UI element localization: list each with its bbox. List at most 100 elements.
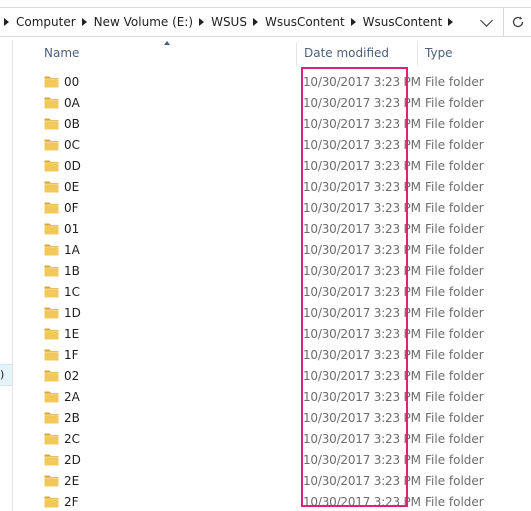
file-type: File folder <box>425 411 484 425</box>
file-name: 1E <box>64 327 80 341</box>
file-name: 02 <box>64 369 80 383</box>
file-name: 2F <box>64 495 79 509</box>
file-name: 00 <box>64 75 80 89</box>
breadcrumb-item-wsuscontent[interactable]: WsusContent <box>263 15 347 29</box>
file-date-modified: 10/30/2017 3:23 PM <box>303 243 421 257</box>
chevron-right-icon[interactable] <box>199 18 205 26</box>
file-name: 2B <box>64 411 80 425</box>
column-header-date-modified[interactable]: Date modified <box>304 40 389 66</box>
file-type: File folder <box>425 348 484 362</box>
refresh-icon <box>512 16 524 28</box>
file-type: File folder <box>425 243 484 257</box>
file-row[interactable]: 0A 10/30/2017 3:23 PM File folder <box>13 93 531 114</box>
file-row[interactable]: 1D 10/30/2017 3:23 PM File folder <box>13 303 531 324</box>
file-type: File folder <box>425 327 484 341</box>
file-row[interactable]: 0D 10/30/2017 3:23 PM File folder <box>13 156 531 177</box>
column-headers: Name Date modified Type <box>13 40 531 66</box>
folder-icon <box>44 349 59 361</box>
file-row[interactable]: 1E 10/30/2017 3:23 PM File folder <box>13 324 531 345</box>
folder-icon <box>44 139 59 151</box>
file-row[interactable]: 0E 10/30/2017 3:23 PM File folder <box>13 177 531 198</box>
folder-icon <box>44 412 59 424</box>
file-name: 1F <box>64 348 79 362</box>
file-row[interactable]: 1F 10/30/2017 3:23 PM File folder <box>13 345 531 366</box>
breadcrumb-item-new-volume[interactable]: New Volume (E:) <box>92 15 195 29</box>
file-name: 1D <box>64 306 81 320</box>
file-row[interactable]: 2C 10/30/2017 3:23 PM File folder <box>13 429 531 450</box>
chevron-right-icon[interactable] <box>350 18 356 26</box>
file-date-modified: 10/30/2017 3:23 PM <box>303 390 421 404</box>
folder-icon <box>44 160 59 172</box>
address-box[interactable]: Computer New Volume (E:) WSUS WsusConten… <box>0 7 531 37</box>
file-date-modified: 10/30/2017 3:23 PM <box>303 285 421 299</box>
navigation-pane[interactable]: ) <box>0 40 13 511</box>
file-name: 1B <box>64 264 80 278</box>
file-row[interactable]: 0F 10/30/2017 3:23 PM File folder <box>13 198 531 219</box>
file-date-modified: 10/30/2017 3:23 PM <box>303 474 421 488</box>
file-type: File folder <box>425 285 484 299</box>
folder-icon <box>44 76 59 88</box>
folder-icon <box>44 454 59 466</box>
chevron-right-icon[interactable] <box>81 18 87 26</box>
file-name: 0E <box>64 180 80 194</box>
file-row[interactable]: 2E 10/30/2017 3:23 PM File folder <box>13 471 531 492</box>
column-header-type[interactable]: Type <box>425 40 453 66</box>
refresh-button[interactable] <box>503 8 531 36</box>
folder-icon <box>44 433 59 445</box>
folder-icon <box>44 97 59 109</box>
folder-icon <box>44 370 59 382</box>
file-date-modified: 10/30/2017 3:23 PM <box>303 411 421 425</box>
file-date-modified: 10/30/2017 3:23 PM <box>303 96 421 110</box>
column-divider[interactable] <box>417 42 418 66</box>
file-type: File folder <box>425 222 484 236</box>
folder-icon <box>44 118 59 130</box>
address-bar: Computer New Volume (E:) WSUS WsusConten… <box>0 0 531 40</box>
breadcrumb-item-wsuscontent-current[interactable]: WsusContent <box>361 15 445 29</box>
file-row[interactable]: 00 10/30/2017 3:23 PM File folder <box>13 72 531 93</box>
column-divider[interactable] <box>296 42 297 66</box>
file-row[interactable]: 2D 10/30/2017 3:23 PM File folder <box>13 450 531 471</box>
file-row[interactable]: 1A 10/30/2017 3:23 PM File folder <box>13 240 531 261</box>
file-name: 0F <box>64 201 79 215</box>
file-row[interactable]: 2F 10/30/2017 3:23 PM File folder <box>13 492 531 511</box>
file-row[interactable]: 1C 10/30/2017 3:23 PM File folder <box>13 282 531 303</box>
folder-icon <box>44 328 59 340</box>
file-row[interactable]: 0C 10/30/2017 3:23 PM File folder <box>13 135 531 156</box>
file-name: 2C <box>64 432 81 446</box>
file-type: File folder <box>425 306 484 320</box>
chevron-down-icon[interactable] <box>480 14 493 27</box>
file-date-modified: 10/30/2017 3:23 PM <box>303 495 421 509</box>
chevron-right-icon[interactable] <box>448 18 454 26</box>
file-row[interactable]: 1B 10/30/2017 3:23 PM File folder <box>13 261 531 282</box>
file-date-modified: 10/30/2017 3:23 PM <box>303 432 421 446</box>
file-date-modified: 10/30/2017 3:23 PM <box>303 369 421 383</box>
file-date-modified: 10/30/2017 3:23 PM <box>303 348 421 362</box>
file-type: File folder <box>425 453 484 467</box>
file-row[interactable]: 2B 10/30/2017 3:23 PM File folder <box>13 408 531 429</box>
breadcrumb: Computer New Volume (E:) WSUS WsusConten… <box>0 8 458 36</box>
nav-selected-item[interactable]: ) <box>0 364 12 386</box>
file-type: File folder <box>425 474 484 488</box>
file-type: File folder <box>425 432 484 446</box>
file-date-modified: 10/30/2017 3:23 PM <box>303 75 421 89</box>
chevron-right-icon[interactable] <box>4 18 9 26</box>
breadcrumb-item-computer[interactable]: Computer <box>14 15 78 29</box>
folder-icon <box>44 181 59 193</box>
explorer-window: Computer New Volume (E:) WSUS WsusConten… <box>0 0 531 511</box>
file-type: File folder <box>425 96 484 110</box>
file-row[interactable]: 2A 10/30/2017 3:23 PM File folder <box>13 387 531 408</box>
file-row[interactable]: 02 10/30/2017 3:23 PM File folder <box>13 366 531 387</box>
column-header-name[interactable]: Name <box>44 40 79 66</box>
file-date-modified: 10/30/2017 3:23 PM <box>303 117 421 131</box>
file-row[interactable]: 0B 10/30/2017 3:23 PM File folder <box>13 114 531 135</box>
file-row[interactable]: 01 10/30/2017 3:23 PM File folder <box>13 219 531 240</box>
file-list: 00 10/30/2017 3:23 PM File folder 0A 10/… <box>13 72 531 511</box>
breadcrumb-item-wsus[interactable]: WSUS <box>209 15 249 29</box>
nav-selected-label: ) <box>0 368 5 381</box>
chevron-right-icon[interactable] <box>252 18 258 26</box>
file-date-modified: 10/30/2017 3:23 PM <box>303 453 421 467</box>
file-name: 1C <box>64 285 81 299</box>
file-type: File folder <box>425 201 484 215</box>
file-name: 0B <box>64 117 80 131</box>
file-date-modified: 10/30/2017 3:23 PM <box>303 201 421 215</box>
